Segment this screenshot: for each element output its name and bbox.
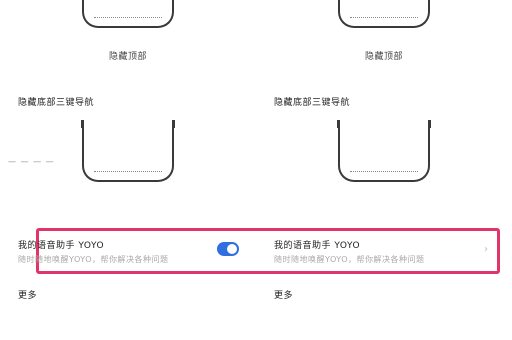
voice-assistant-title-left: 我的语音助手 YOYO — [18, 241, 105, 251]
voice-assistant-toggle[interactable] — [217, 242, 239, 256]
phone-illustration-mid-left — [81, 120, 175, 182]
top-caption-right: 隐藏顶部 — [364, 52, 403, 62]
section-heading-right: 隐藏底部三键导航 — [274, 98, 351, 108]
more-link-left[interactable]: 更多 — [18, 288, 37, 301]
chevron-right-icon[interactable]: › — [484, 244, 488, 255]
phone-bar — [94, 17, 162, 18]
side-hint: 一 一 一 一 — [8, 158, 55, 167]
voice-assistant-desc-left: 随时随地唤醒YOYO，帮你解决各种问题 — [18, 255, 169, 264]
phone-edge — [428, 120, 431, 128]
section-heading-left: 隐藏底部三键导航 — [18, 98, 95, 108]
phone-bar — [350, 17, 418, 18]
phone-illustration-mid-right — [337, 120, 431, 182]
phone-bar — [94, 171, 162, 172]
phone-illustration-top-left — [82, 0, 174, 28]
phone-bar — [350, 171, 418, 172]
phone-illustration-top-right — [338, 0, 430, 28]
phone-edge — [81, 120, 84, 128]
phone-edge — [337, 120, 340, 128]
phone-edge — [172, 120, 175, 128]
top-caption-left: 隐藏顶部 — [108, 52, 147, 62]
more-link-right[interactable]: 更多 — [274, 288, 293, 301]
toggle-knob — [227, 244, 237, 254]
highlight-box — [36, 228, 500, 274]
voice-assistant-desc-right: 随时随地唤醒YOYO，帮你解决各种问题 — [274, 255, 425, 264]
voice-assistant-title-right: 我的语音助手 YOYO — [274, 241, 361, 251]
